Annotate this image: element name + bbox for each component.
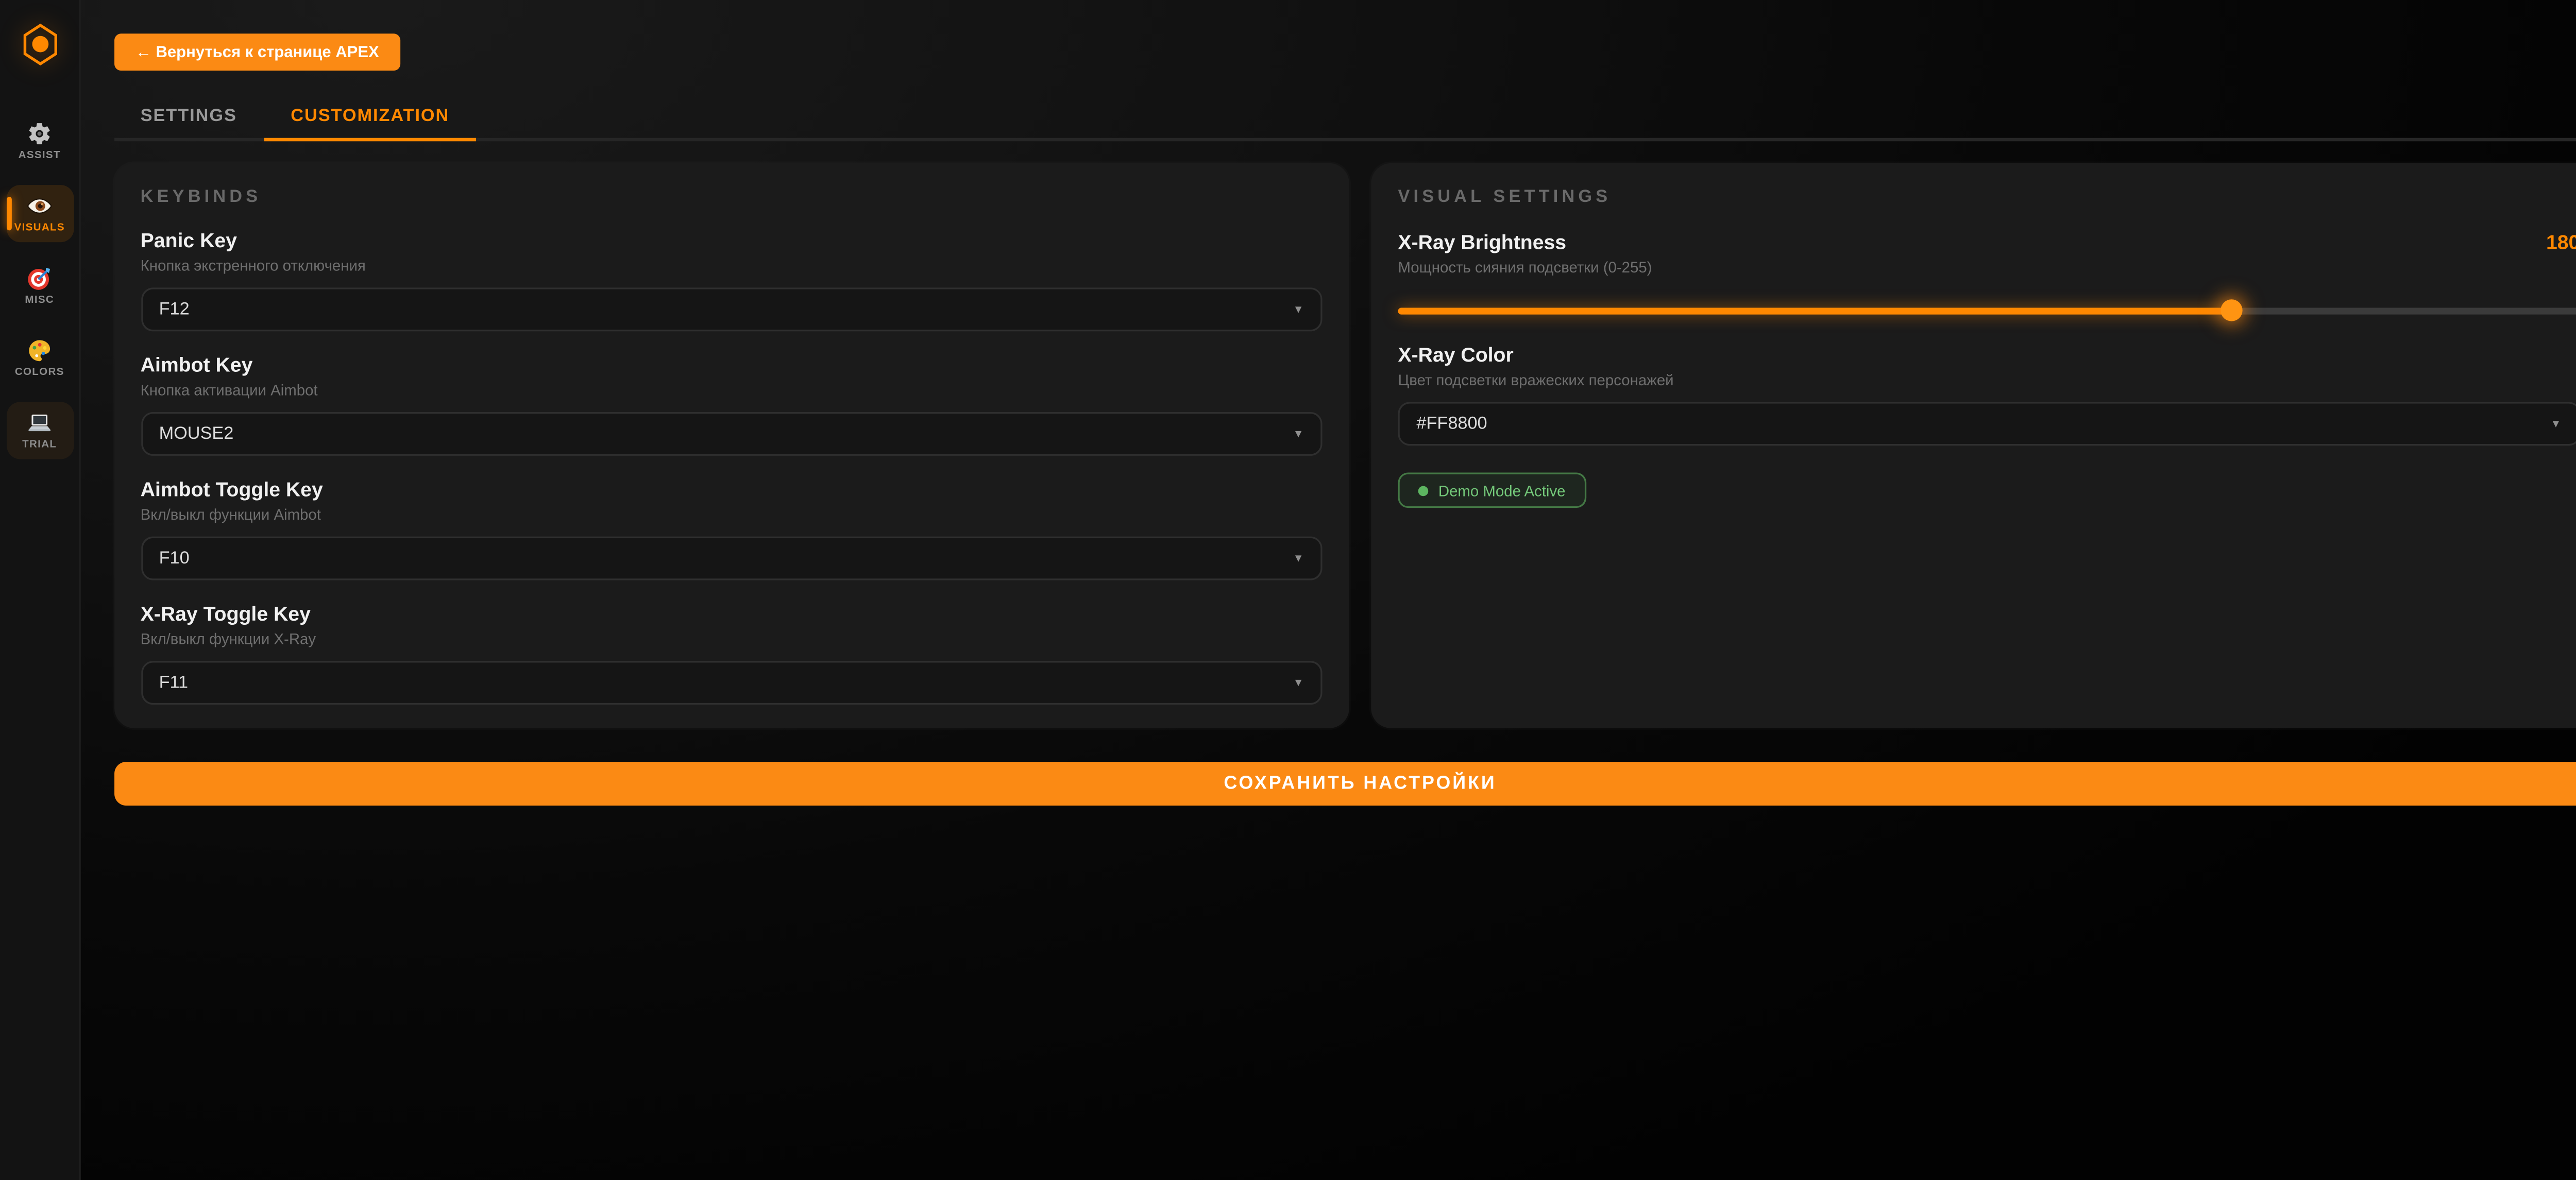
xray-toggle-key-select[interactable]: F11 ▼ (141, 661, 1323, 705)
aimbot-key-select[interactable]: MOUSE2 ▼ (141, 412, 1323, 456)
xray-brightness-field: X-Ray Brightness 180 Мощность сияния под… (1398, 230, 2576, 321)
back-to-apex-button[interactable]: ← Вернуться к странице APEX (113, 33, 401, 71)
select-value: F11 (159, 673, 189, 693)
chevron-down-icon: ▼ (2550, 418, 2561, 430)
palette-icon (27, 338, 52, 363)
field-label: Aimbot Key (141, 355, 1323, 377)
sidebar-item-visuals[interactable]: VISUALS (6, 185, 73, 242)
visual-settings-panel: VISUAL SETTINGS X-Ray Brightness 180 Мощ… (1371, 163, 2576, 728)
chevron-down-icon: ▼ (1293, 553, 1304, 565)
select-value: #FF8800 (1416, 414, 1487, 434)
app-logo-icon (21, 22, 58, 67)
eye-icon (27, 193, 52, 218)
save-settings-button[interactable]: СОХРАНИТЬ НАСТРОЙКИ (113, 762, 2576, 805)
target-icon (27, 265, 52, 290)
laptop-icon (27, 410, 52, 435)
slider-fill (1398, 307, 2232, 315)
xray-color-field: X-Ray Color Цвет подсветки вражеских пер… (1398, 345, 2576, 446)
panel-title: KEYBINDS (141, 186, 1323, 207)
chevron-down-icon: ▼ (1293, 677, 1304, 689)
status-dot-icon (1418, 485, 1429, 495)
aimbot-key-field: Aimbot Key Кнопка активации Aimbot MOUSE… (141, 355, 1323, 456)
badge-label: Demo Mode Active (1438, 482, 1566, 499)
field-label: X-Ray Color (1398, 345, 2576, 366)
panel-title: VISUAL SETTINGS (1398, 186, 2576, 207)
sidebar-item-label: TRIAL (22, 439, 57, 451)
select-value: F12 (159, 299, 190, 319)
keybinds-panel: KEYBINDS Panic Key Кнопка экстренного от… (113, 163, 1349, 728)
chevron-down-icon: ▼ (1293, 303, 1304, 315)
sidebar-item-trial[interactable]: TRIAL (6, 402, 73, 459)
app-root: ASSIST VISUALS MISC COLORS (0, 0, 2576, 1180)
sidebar: ASSIST VISUALS MISC COLORS (0, 0, 81, 1180)
select-value: MOUSE2 (159, 424, 234, 444)
aimbot-toggle-key-field: Aimbot Toggle Key Вкл/выкл функции Aimbo… (141, 480, 1323, 580)
brightness-slider[interactable] (1398, 299, 2576, 321)
select-value: F10 (159, 548, 190, 568)
chevron-down-icon: ▼ (1293, 428, 1304, 440)
panels-row: KEYBINDS Panic Key Кнопка экстренного от… (113, 163, 2576, 728)
sidebar-nav: ASSIST VISUALS MISC COLORS (6, 113, 73, 459)
field-description: Кнопка активации Aimbot (141, 382, 1323, 399)
field-description: Кнопка экстренного отключения (141, 258, 1323, 275)
demo-mode-badge: Demo Mode Active (1398, 473, 1585, 508)
field-label: X-Ray Toggle Key (141, 604, 1323, 625)
field-description: Вкл/выкл функции Aimbot (141, 506, 1323, 523)
field-description: Вкл/выкл функции X-Ray (141, 630, 1323, 647)
tab-settings[interactable]: SETTINGS (113, 91, 264, 141)
gear-icon (27, 121, 52, 146)
aimbot-toggle-key-select[interactable]: F10 ▼ (141, 537, 1323, 580)
field-label: Aimbot Toggle Key (141, 480, 1323, 501)
panic-key-field: Panic Key Кнопка экстренного отключения … (141, 230, 1323, 331)
field-description: Цвет подсветки вражеских персонажей (1398, 372, 2576, 389)
sidebar-item-label: VISUALS (14, 223, 65, 234)
active-indicator-bar (6, 197, 11, 230)
main-content: ← Вернуться к странице APEX SETTINGS CUS… (81, 0, 2576, 805)
slider-thumb[interactable] (2221, 299, 2243, 321)
tab-bar: SETTINGS CUSTOMIZATION (113, 91, 2576, 141)
panic-key-select[interactable]: F12 ▼ (141, 287, 1323, 331)
field-description: Мощность сияния подсветки (0-255) (1398, 259, 2576, 276)
sidebar-item-label: COLORS (15, 367, 64, 379)
tab-customization[interactable]: CUSTOMIZATION (264, 91, 477, 141)
xray-toggle-key-field: X-Ray Toggle Key Вкл/выкл функции X-Ray … (141, 604, 1323, 705)
xray-color-select[interactable]: #FF8800 ▼ (1398, 402, 2576, 446)
field-label: X-Ray Brightness (1398, 232, 1566, 254)
field-label: Panic Key (141, 230, 1323, 252)
sidebar-item-colors[interactable]: COLORS (6, 330, 73, 387)
brightness-value: 180 (2546, 230, 2576, 254)
sidebar-item-misc[interactable]: MISC (6, 258, 73, 315)
sidebar-item-assist[interactable]: ASSIST (6, 113, 73, 170)
sidebar-item-label: MISC (25, 295, 54, 306)
sidebar-item-label: ASSIST (19, 150, 61, 162)
